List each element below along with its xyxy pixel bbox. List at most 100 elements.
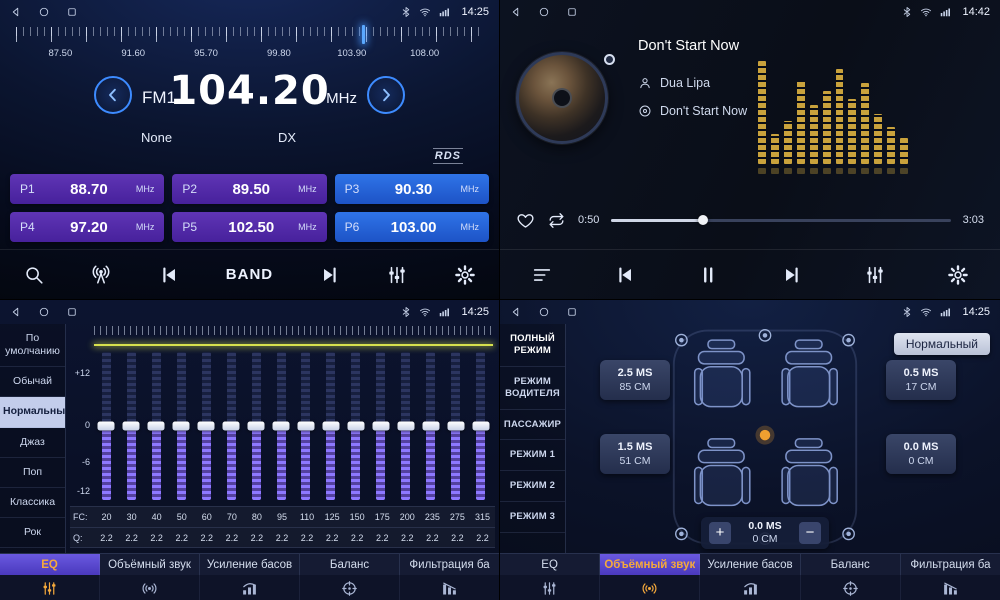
album-art[interactable] [516,52,608,144]
sliders-tab-icon[interactable] [500,575,600,600]
next-station-icon[interactable] [319,264,341,286]
eq-band-slider[interactable] [194,352,219,500]
surround-tab-icon[interactable] [600,575,700,600]
eq-preset-item[interactable]: Поп [0,458,65,488]
recents-icon[interactable] [566,306,578,318]
eq-preset-item[interactable]: По умолчанию [0,324,65,367]
eq-band-slider[interactable] [418,352,443,500]
eq-preset-item[interactable]: Классика [0,488,65,518]
eq-slider-handle[interactable] [322,422,339,431]
previous-track-icon[interactable] [614,264,636,286]
eq-band-slider[interactable] [144,352,169,500]
repeat-icon[interactable] [547,211,566,230]
eq-band-slider[interactable] [468,352,493,500]
tab-eq[interactable]: EQ [500,554,600,575]
equalizer-icon[interactable] [864,264,886,286]
previous-station-icon[interactable] [158,264,180,286]
decrease-delay-button[interactable]: − [799,522,821,544]
listening-mode-item[interactable]: ПОЛНЫЙ РЕЖИМ [500,324,565,367]
eq-slider-handle[interactable] [98,422,115,431]
band-button[interactable]: BAND [226,266,273,283]
eq-slider-handle[interactable] [148,422,165,431]
tune-down-button[interactable] [94,76,132,114]
listening-mode-item[interactable]: ПАССАЖИР [500,410,565,441]
eq-slider-handle[interactable] [472,422,489,431]
increase-delay-button[interactable]: + [709,522,731,544]
delay-front-left[interactable]: 2.5 MS 85 CM [600,360,670,400]
recents-icon[interactable] [566,6,578,18]
tune-up-button[interactable] [367,76,405,114]
eq-band-slider[interactable] [94,352,119,500]
tab-balance[interactable]: Баланс [300,554,400,575]
sliders-tab-icon[interactable] [0,575,100,600]
eq-preset-item[interactable]: Рок [0,518,65,548]
tab-eq[interactable]: EQ [0,554,100,575]
seek-knob[interactable] [698,215,708,225]
surround-tab-icon[interactable] [100,575,200,600]
tab-balance[interactable]: Баланс [801,554,901,575]
eq-band-slider[interactable] [244,352,269,500]
eq-preset-item[interactable]: Джаз [0,428,65,458]
home-icon[interactable] [38,6,50,18]
settings-icon[interactable] [454,264,476,286]
playlist-icon[interactable] [531,264,553,286]
tab-surround[interactable]: Объёмный звук [100,554,200,575]
delay-rear-left[interactable]: 1.5 MS 51 CM [600,434,670,474]
seek-bar[interactable] [611,219,950,222]
home-icon[interactable] [538,306,550,318]
home-icon[interactable] [38,306,50,318]
eq-band-slider[interactable] [443,352,468,500]
eq-slider-handle[interactable] [372,422,389,431]
eq-preset-item[interactable]: Нормальный [0,397,65,427]
scan-icon[interactable] [23,264,45,286]
back-icon[interactable] [510,6,522,18]
eq-band-slider[interactable] [393,352,418,500]
filter-tab-icon[interactable] [400,575,499,600]
eq-band-slider[interactable] [343,352,368,500]
back-icon[interactable] [10,306,22,318]
preset-p6[interactable]: P6103.00MHz [335,212,489,242]
tab-bass-boost[interactable]: Усиление басов [200,554,300,575]
eq-slider-handle[interactable] [123,422,140,431]
listening-mode-item[interactable]: РЕЖИМ 3 [500,502,565,533]
back-icon[interactable] [10,6,22,18]
eq-slider-handle[interactable] [397,422,414,431]
eq-slider-handle[interactable] [347,422,364,431]
eq-slider-handle[interactable] [273,422,290,431]
preset-p3[interactable]: P390.30MHz [335,174,489,204]
favorite-icon[interactable] [516,211,535,230]
recents-icon[interactable] [66,306,78,318]
preset-p4[interactable]: P497.20MHz [10,212,164,242]
eq-slider-handle[interactable] [447,422,464,431]
settings-icon[interactable] [947,264,969,286]
home-icon[interactable] [538,6,550,18]
tab-surround[interactable]: Объёмный звук [600,554,700,575]
eq-slider-handle[interactable] [198,422,215,431]
broadcast-icon[interactable] [90,264,112,286]
delay-rear-right[interactable]: 0.0 MS 0 CM [886,434,956,474]
back-icon[interactable] [510,306,522,318]
eq-band-slider[interactable] [169,352,194,500]
recents-icon[interactable] [66,6,78,18]
bass-tab-icon[interactable] [200,575,300,600]
tab-bass-boost[interactable]: Усиление басов [700,554,800,575]
eq-slider-handle[interactable] [248,422,265,431]
eq-band-slider[interactable] [368,352,393,500]
balance-tab-icon[interactable] [300,575,400,600]
equalizer-icon[interactable] [386,264,408,286]
delay-front-right[interactable]: 0.5 MS 17 CM [886,360,956,400]
eq-slider-handle[interactable] [223,422,240,431]
balance-tab-icon[interactable] [801,575,901,600]
eq-slider-handle[interactable] [422,422,439,431]
eq-band-slider[interactable] [269,352,294,500]
eq-band-slider[interactable] [294,352,319,500]
preset-p2[interactable]: P289.50MHz [172,174,326,204]
preset-p1[interactable]: P188.70MHz [10,174,164,204]
filter-tab-icon[interactable] [901,575,1000,600]
preset-p5[interactable]: P5102.50MHz [172,212,326,242]
eq-band-slider[interactable] [119,352,144,500]
eq-band-slider[interactable] [219,352,244,500]
listening-mode-item[interactable]: РЕЖИМ ВОДИТЕЛЯ [500,367,565,410]
eq-slider-handle[interactable] [173,422,190,431]
eq-band-slider[interactable] [318,352,343,500]
